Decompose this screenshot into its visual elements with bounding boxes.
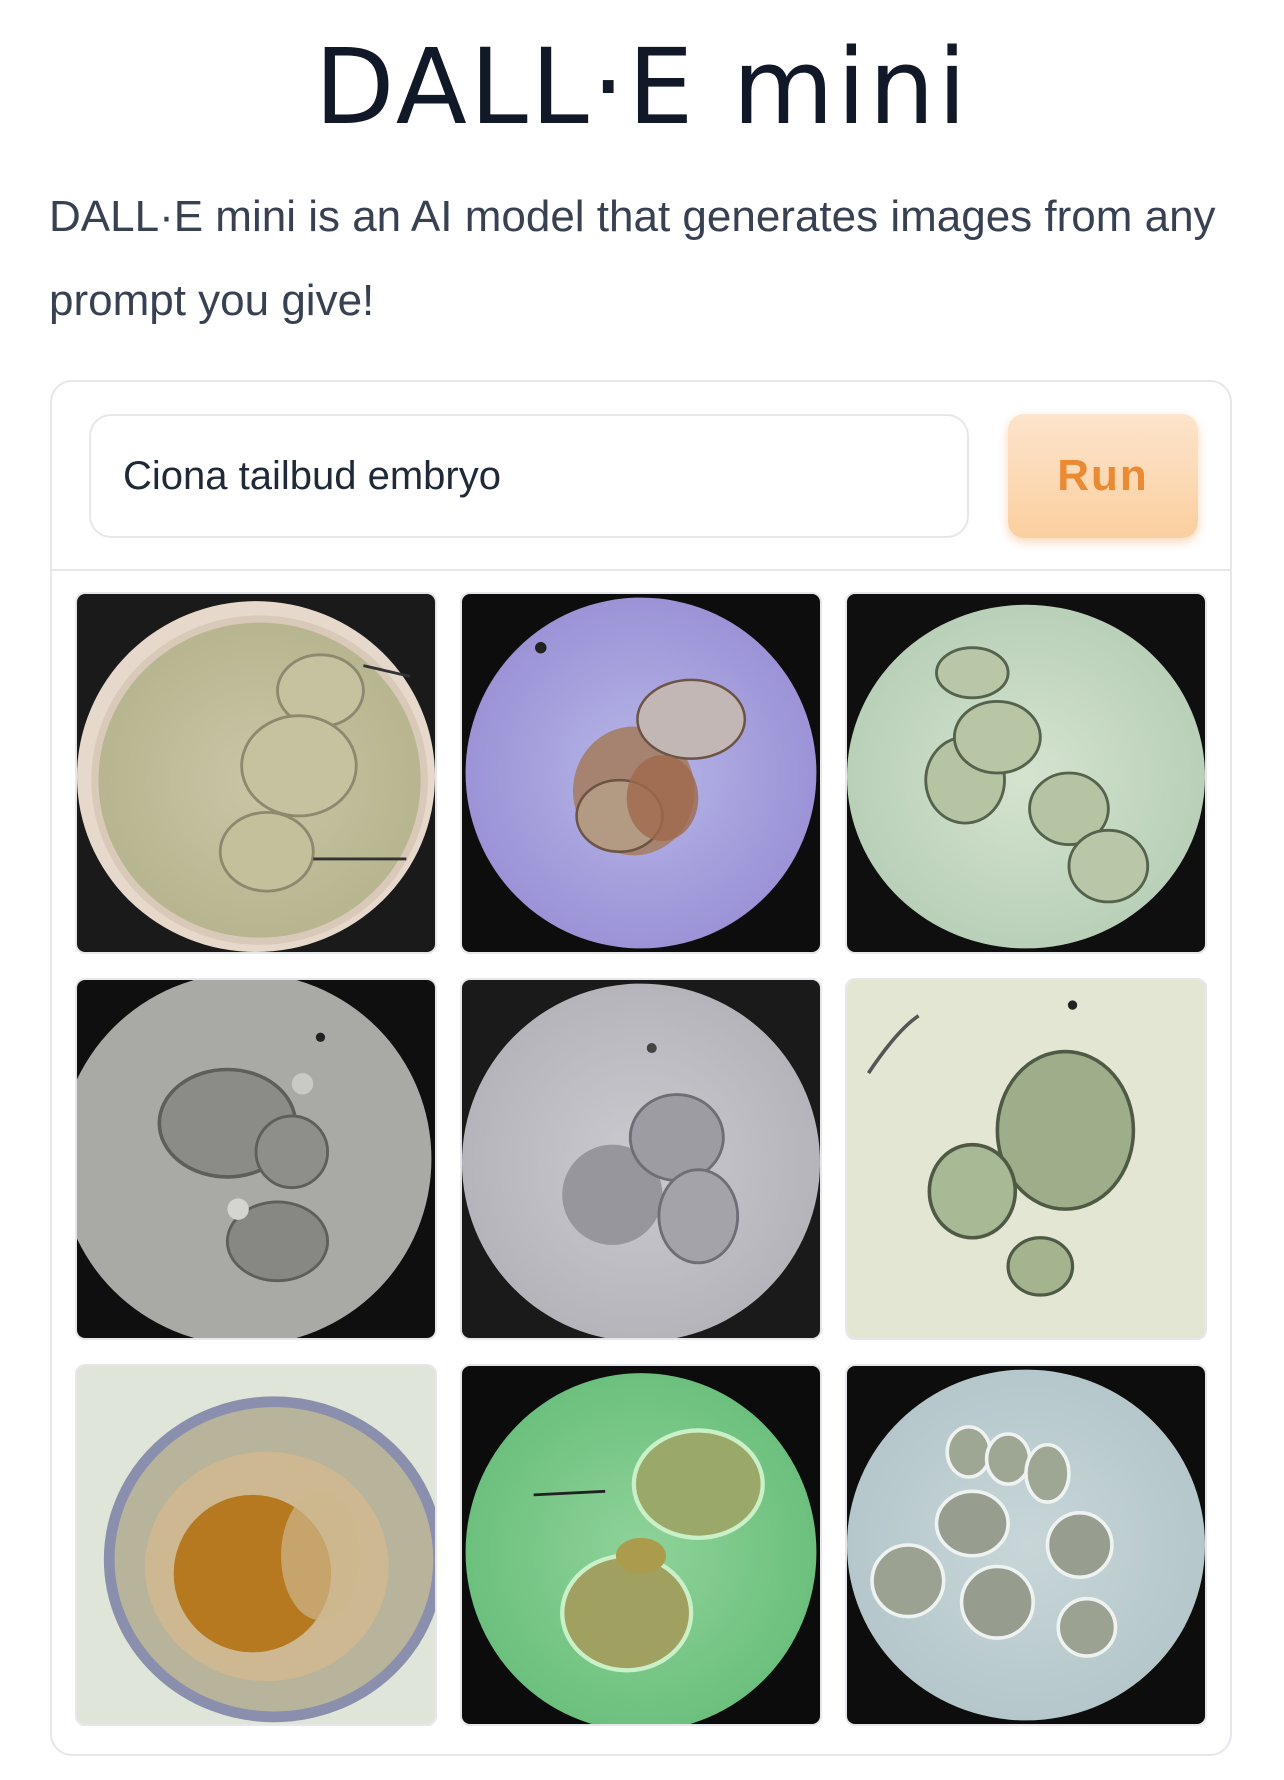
page-description: DALL·E mini is an AI model that generate… xyxy=(49,192,1216,325)
result-image[interactable] xyxy=(75,978,437,1340)
result-image[interactable] xyxy=(460,978,822,1340)
result-image[interactable] xyxy=(460,1364,822,1726)
result-gallery xyxy=(75,592,1207,1726)
result-image[interactable] xyxy=(75,1364,437,1726)
result-image[interactable] xyxy=(845,592,1207,954)
run-button[interactable]: Run xyxy=(1008,414,1198,538)
prompt-input[interactable] xyxy=(89,414,969,538)
result-image[interactable] xyxy=(460,592,822,954)
result-image[interactable] xyxy=(845,978,1207,1340)
generator-card: Run xyxy=(50,380,1232,1756)
result-image[interactable] xyxy=(75,592,437,954)
result-image[interactable] xyxy=(845,1364,1207,1726)
page-title: DALL·E mini xyxy=(314,26,970,148)
prompt-toolbar: Run xyxy=(52,382,1230,571)
